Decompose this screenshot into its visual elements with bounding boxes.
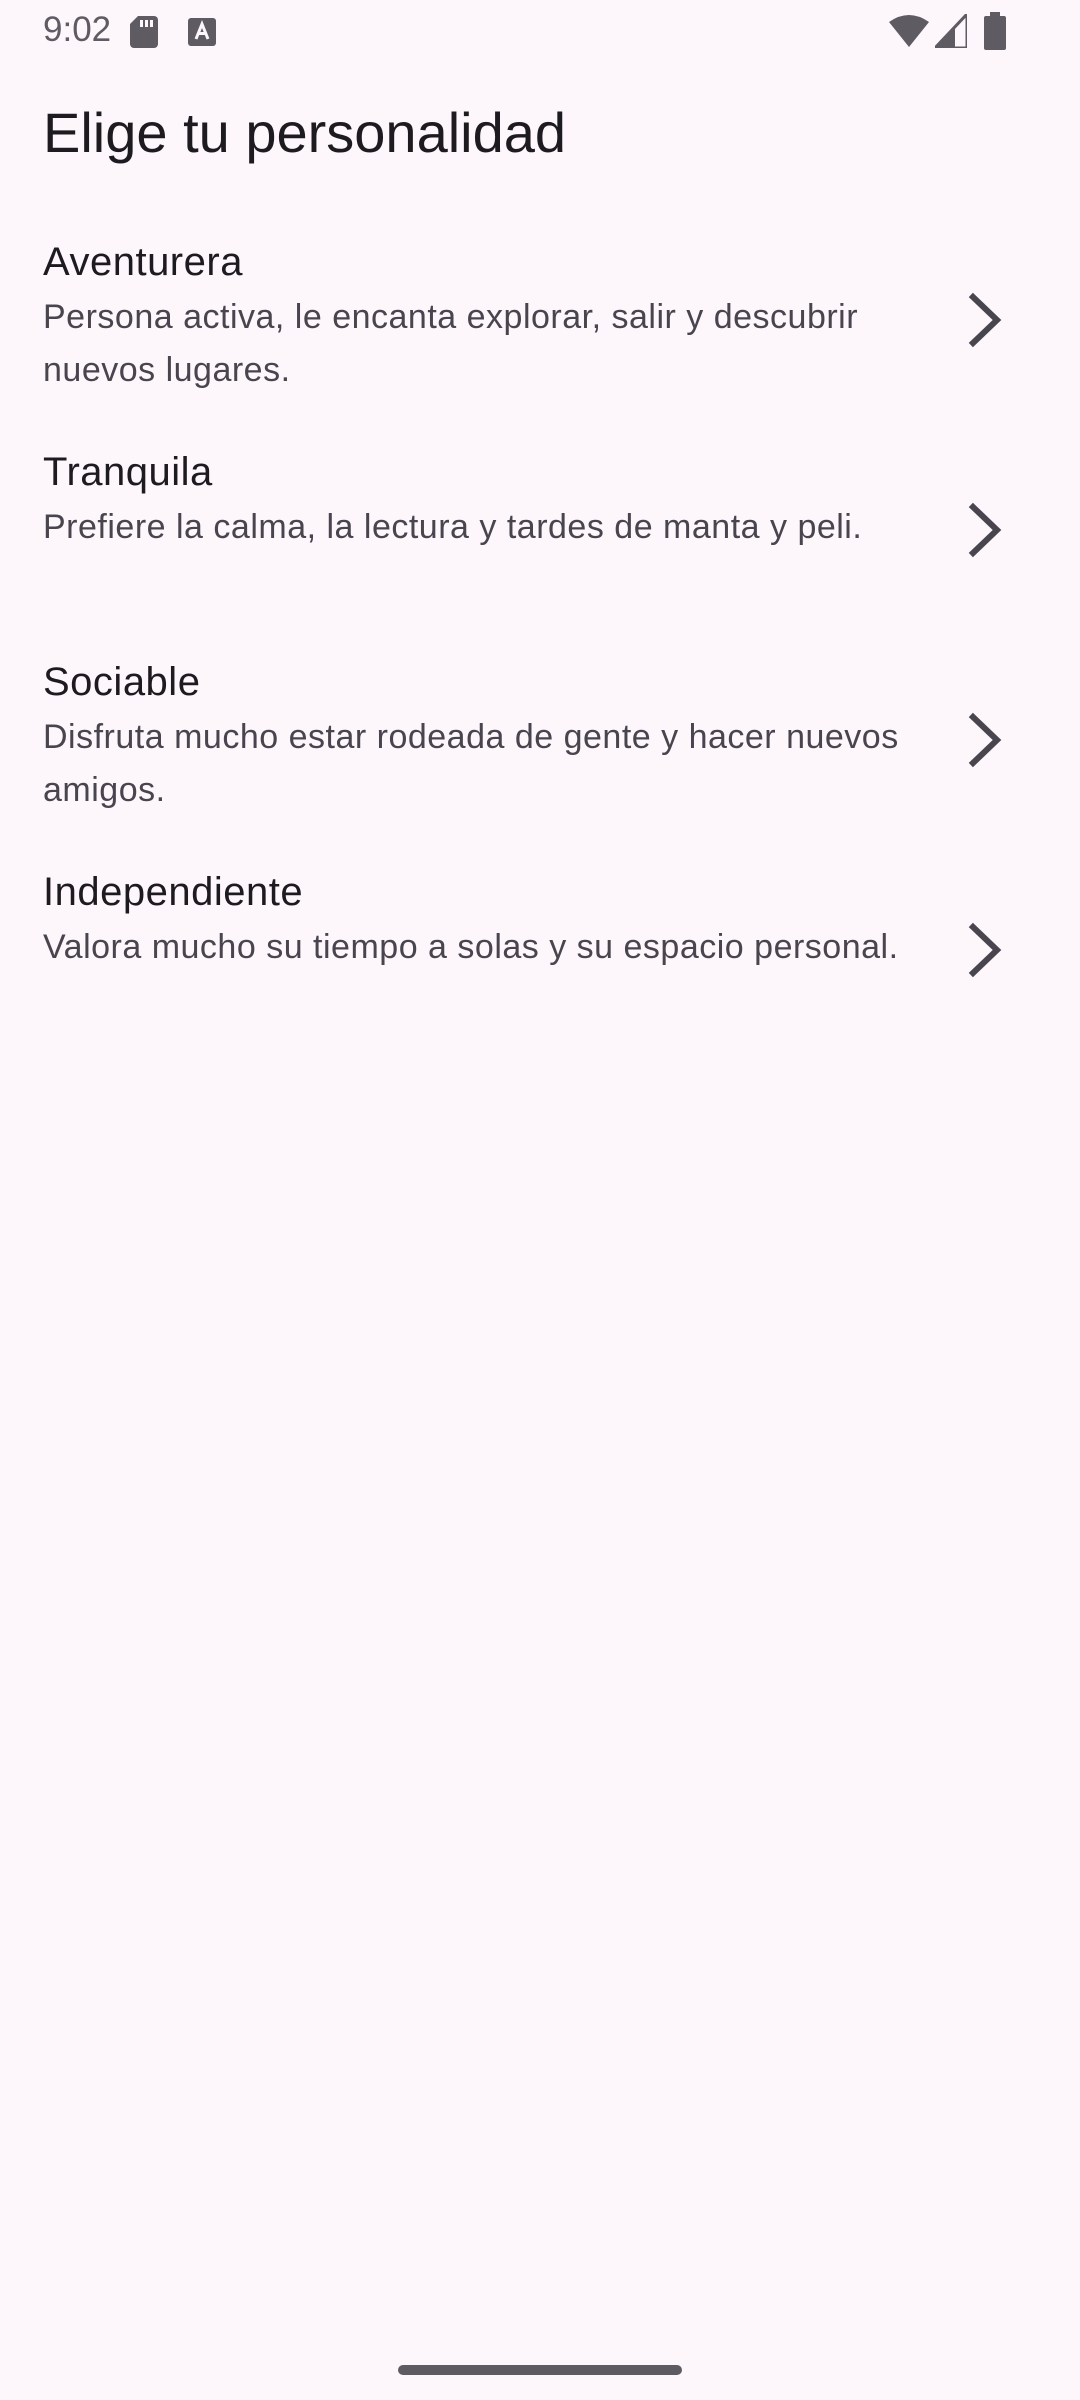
list-item-description: Prefiere la calma, la lectura y tardes d… [43,508,863,546]
status-bar: 9:02 [0,0,1080,64]
list-item-tranquila[interactable]: Tranquila Prefiere la calma, la lectura … [0,415,1080,625]
list-item-text: Independiente Valora mucho su tiempo a s… [43,865,903,974]
list-item-title: Sociable [43,660,201,704]
sd-card-icon [130,16,158,48]
list-item-sociable[interactable]: Sociable Disfruta mucho estar rodeada de… [0,625,1080,835]
chevron-right-icon [968,922,1002,978]
list-item-title: Aventurera [43,240,243,284]
list-item-aventurera[interactable]: Aventurera Persona activa, le encanta ex… [0,205,1080,415]
status-time: 9:02 [43,10,112,49]
list-item-description: Persona activa, le encanta explorar, sal… [43,298,859,389]
wifi-icon [889,15,929,47]
list-item-title: Independiente [43,870,304,914]
chevron-right-icon [968,292,1002,348]
list-item-text: Tranquila Prefiere la calma, la lectura … [43,445,903,554]
gesture-nav-bar[interactable] [398,2365,682,2375]
personality-list: Aventurera Persona activa, le encanta ex… [0,205,1080,1045]
text-a-icon [188,18,216,46]
chevron-right-icon [968,502,1002,558]
chevron-right-icon [968,712,1002,768]
app-screen: 9:02 Elige tu personalidad Aventurera Pe… [0,0,1080,2400]
list-item-description: Valora mucho su tiempo a solas y su espa… [43,928,899,966]
list-item-description: Disfruta mucho estar rodeada de gente y … [43,718,899,809]
signal-icon [935,14,967,48]
page-title: Elige tu personalidad [43,101,567,164]
list-item-independiente[interactable]: Independiente Valora mucho su tiempo a s… [0,835,1080,1045]
list-item-title: Tranquila [43,450,213,494]
list-item-text: Sociable Disfruta mucho estar rodeada de… [43,655,903,817]
battery-icon [984,12,1006,50]
list-item-text: Aventurera Persona activa, le encanta ex… [43,235,903,397]
